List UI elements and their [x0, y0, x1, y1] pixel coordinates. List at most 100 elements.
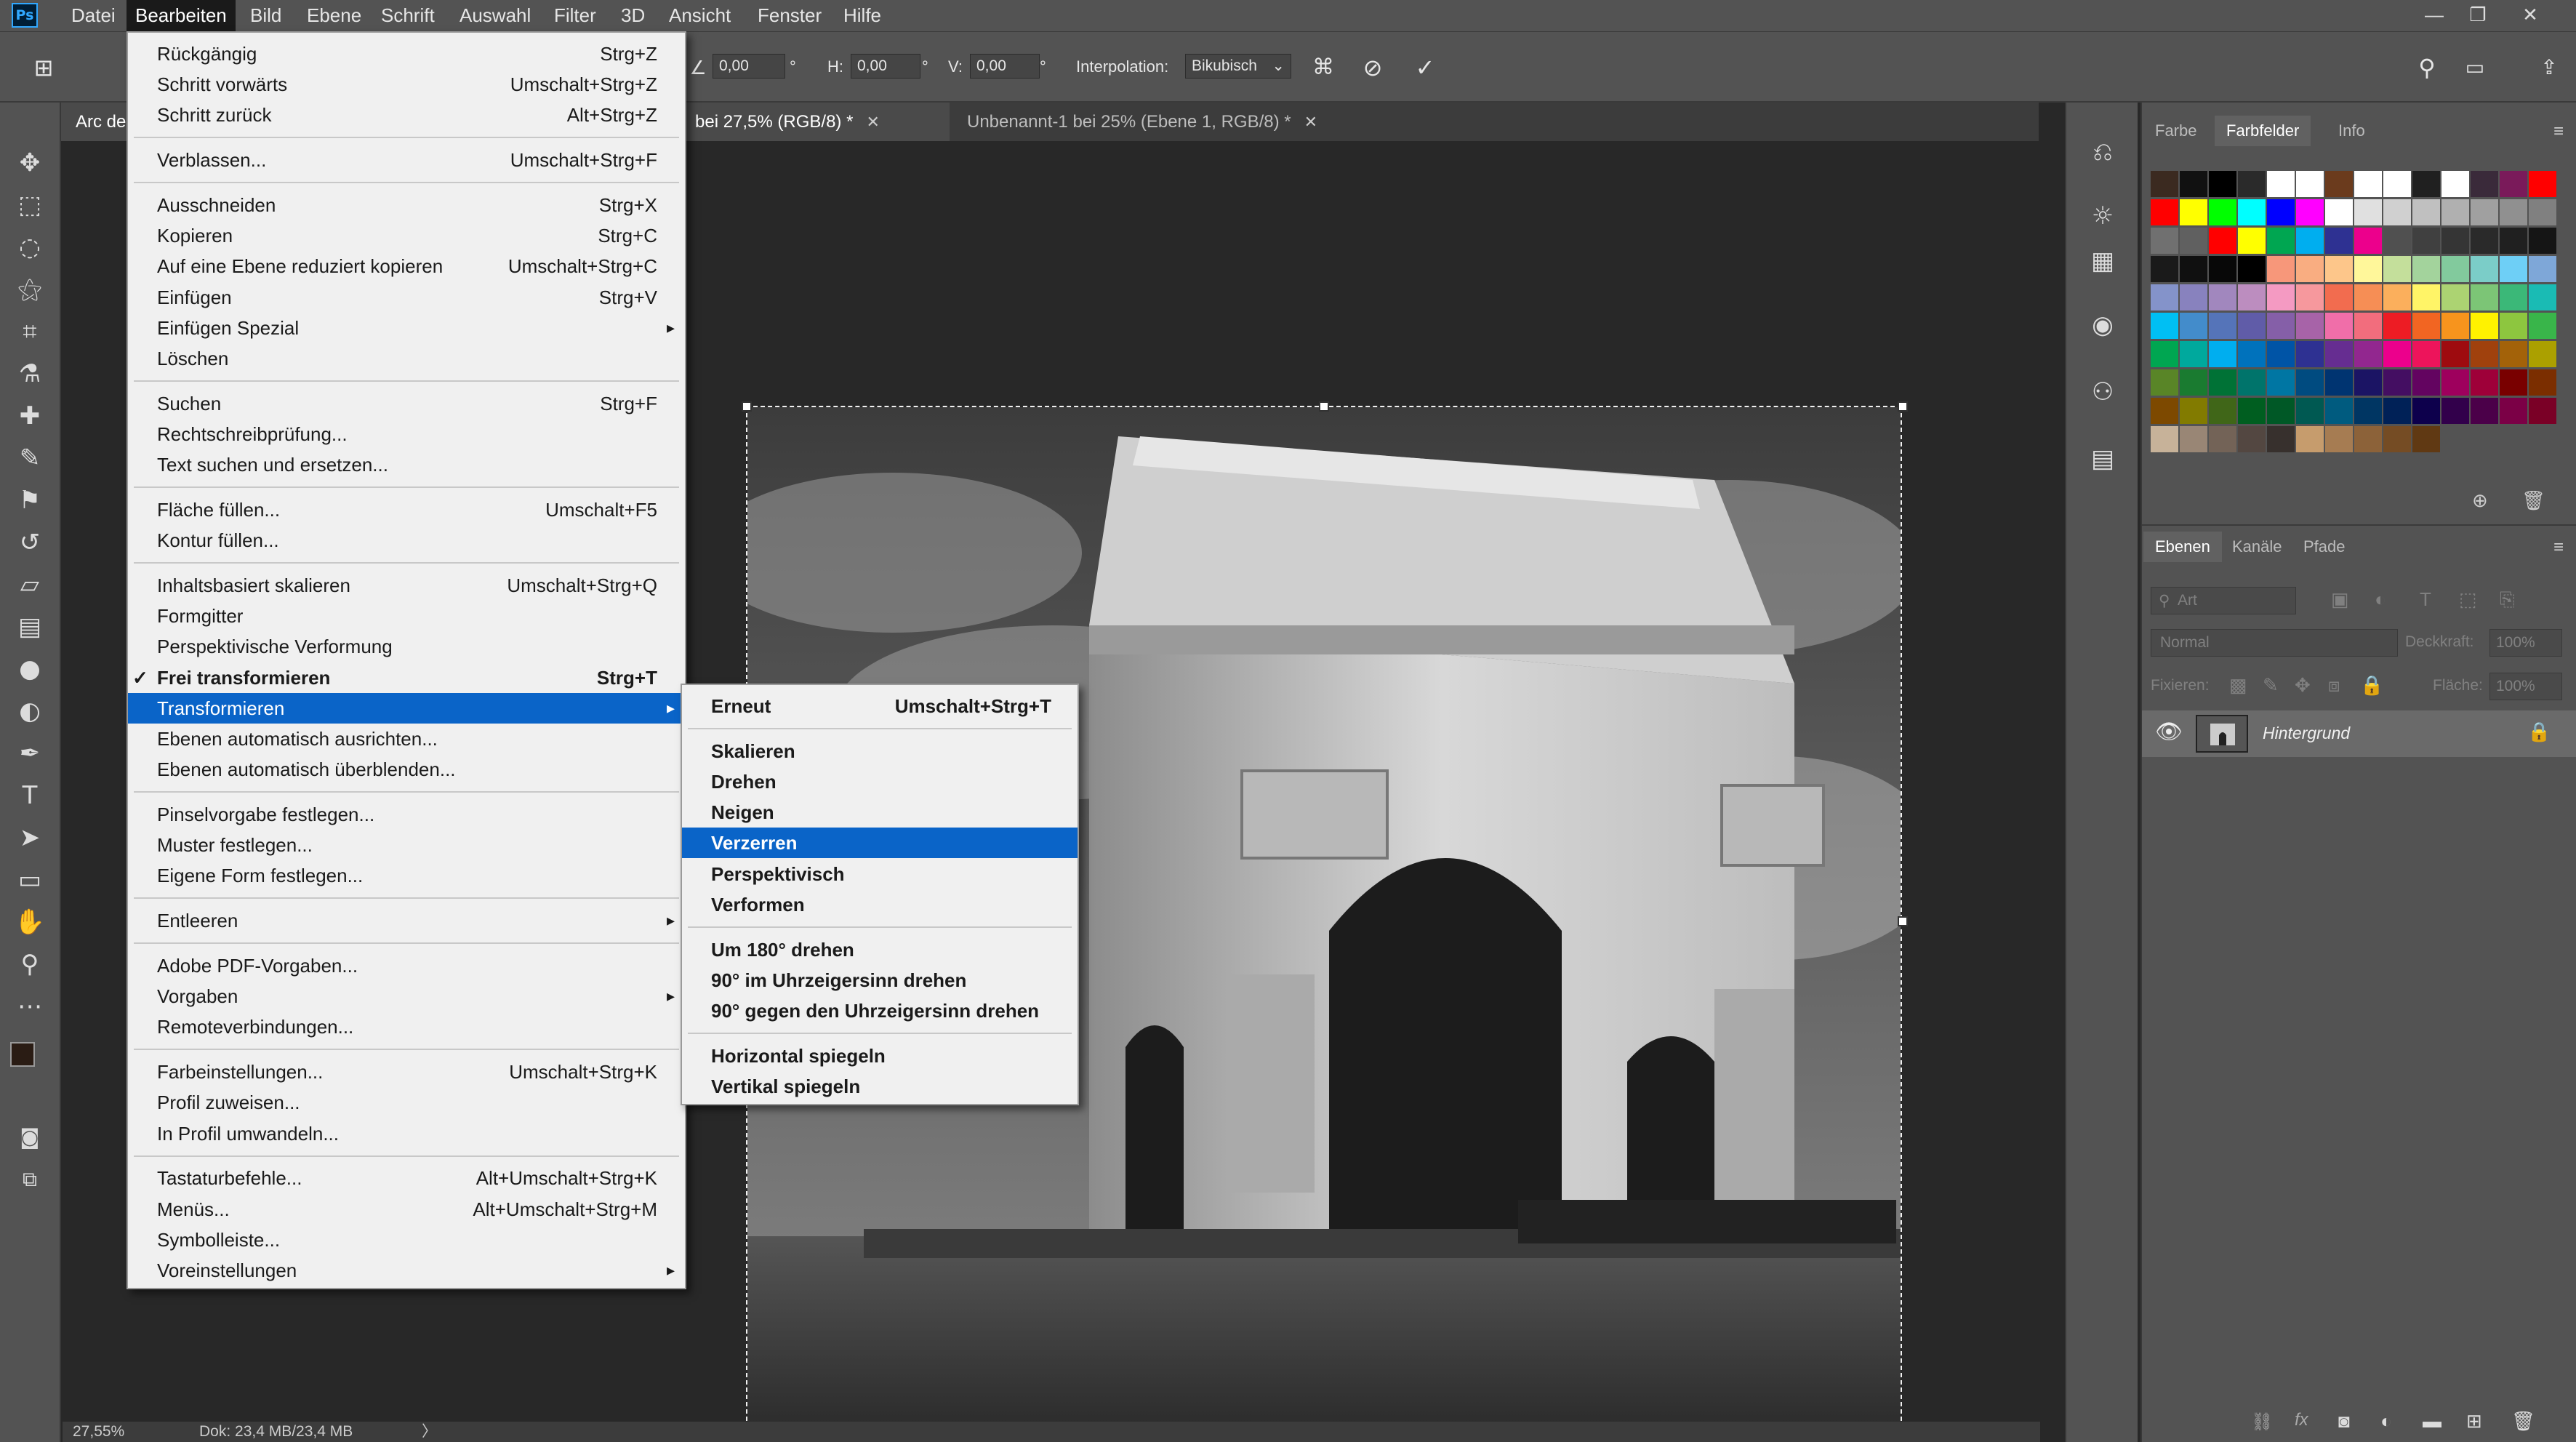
color-swatch[interactable]: [2500, 369, 2527, 396]
color-swatch[interactable]: [2354, 341, 2382, 367]
color-swatch[interactable]: [2296, 369, 2324, 396]
tab-unbenannt-1[interactable]: Unbenannt-1 bei 25% (Ebene 1, RGB/8) * ✕: [952, 103, 1360, 141]
color-swatch[interactable]: [2180, 199, 2207, 225]
color-swatch[interactable]: [2441, 284, 2469, 311]
color-swatch[interactable]: [2151, 426, 2178, 452]
color-swatch[interactable]: [2471, 256, 2498, 282]
color-swatch[interactable]: [2354, 199, 2382, 225]
color-swatch[interactable]: [2354, 228, 2382, 254]
filter-adjustment-icon[interactable]: ◐: [2375, 588, 2386, 611]
minimize-icon[interactable]: —: [2412, 0, 2456, 31]
color-swatch[interactable]: [2267, 284, 2295, 311]
gradient-tool-icon[interactable]: ▤: [10, 610, 49, 644]
color-swatch[interactable]: [2267, 369, 2295, 396]
screen-mode-icon[interactable]: ⧉: [10, 1163, 49, 1196]
close-tab-icon[interactable]: ✕: [866, 113, 879, 131]
menu-item-verformen[interactable]: Verformen: [682, 889, 1078, 920]
color-swatch[interactable]: [2151, 199, 2178, 225]
quick-mask-icon[interactable]: ◙: [10, 1121, 49, 1154]
menu-fenster[interactable]: Fenster: [749, 0, 830, 31]
menu-item-skalieren[interactable]: Skalieren: [682, 736, 1078, 766]
menu-item-suchen[interactable]: Suchen Strg+F: [128, 388, 685, 419]
menu-filter[interactable]: Filter: [545, 0, 605, 31]
menu-item-ausschneiden[interactable]: Ausschneiden Strg+X: [128, 190, 685, 220]
color-swatch[interactable]: [2296, 199, 2324, 225]
menu-item-adobe-pdf-vorgaben[interactable]: Adobe PDF-Vorgaben...: [128, 950, 685, 981]
search-icon[interactable]: ⚲: [2412, 54, 2441, 83]
angle-input[interactable]: 0,00: [713, 54, 785, 79]
color-swatch[interactable]: [2354, 398, 2382, 424]
color-swatch[interactable]: [2180, 228, 2207, 254]
color-swatch[interactable]: [2412, 426, 2440, 452]
color-swatch[interactable]: [2500, 341, 2527, 367]
transform-reference-icon[interactable]: ⊞: [29, 54, 58, 83]
color-swatch[interactable]: [2296, 341, 2324, 367]
menu-item-vorgaben[interactable]: Vorgaben ▸: [128, 981, 685, 1012]
tab-arc-de-triomphe-title[interactable]: bei 27,5% (RGB/8) * ✕: [681, 103, 950, 141]
color-swatch[interactable]: [2209, 341, 2236, 367]
path-selection-tool-icon[interactable]: ➤: [10, 821, 49, 854]
tab-kanaele[interactable]: Kanäle: [2220, 532, 2294, 562]
zoom-level[interactable]: 27,55%: [73, 1422, 124, 1442]
menu-item-drehen[interactable]: Drehen: [682, 766, 1078, 797]
color-swatch[interactable]: [2151, 284, 2178, 311]
menu-item-eigene-form-festlegen[interactable]: Eigene Form festlegen...: [128, 860, 685, 891]
rectangle-tool-icon[interactable]: ▭: [10, 863, 49, 897]
menu-item-verzerren[interactable]: Verzerren: [682, 828, 1078, 859]
color-swatch[interactable]: [2325, 313, 2353, 339]
brush-tool-icon[interactable]: ✎: [10, 441, 49, 475]
color-swatch[interactable]: [2209, 256, 2236, 282]
v-skew-input[interactable]: 0,00: [970, 54, 1040, 79]
color-swatch[interactable]: [2412, 284, 2440, 311]
transform-handle-tc[interactable]: [1319, 401, 1329, 412]
tab-info[interactable]: Info: [2327, 116, 2377, 146]
menu-item-symbolleiste[interactable]: Symbolleiste...: [128, 1225, 685, 1255]
menu-item-kontur-füllen[interactable]: Kontur füllen...: [128, 525, 685, 556]
color-swatch[interactable]: [2500, 199, 2527, 225]
color-swatch[interactable]: [2441, 313, 2469, 339]
menu-item-kopieren[interactable]: Kopieren Strg+C: [128, 220, 685, 251]
color-swatch[interactable]: [2267, 313, 2295, 339]
zoom-tool-icon[interactable]: ⚲: [10, 948, 49, 981]
menu-item-fläche-füllen[interactable]: Fläche füllen... Umschalt+F5: [128, 494, 685, 525]
color-swatch[interactable]: [2238, 313, 2266, 339]
menu-bild[interactable]: Bild: [241, 0, 290, 31]
layer-name[interactable]: Hintergrund: [2263, 724, 2350, 743]
menu-item-remoteverbindungen[interactable]: Remoteverbindungen...: [128, 1012, 685, 1042]
foreground-color-swatch[interactable]: [10, 1042, 35, 1067]
color-swatch[interactable]: [2267, 398, 2295, 424]
color-swatch[interactable]: [2383, 199, 2411, 225]
color-swatch[interactable]: [2238, 341, 2266, 367]
color-swatch[interactable]: [2412, 341, 2440, 367]
dodge-tool-icon[interactable]: ◐: [10, 694, 49, 728]
color-swatch[interactable]: [2529, 398, 2556, 424]
color-swatch[interactable]: [2325, 341, 2353, 367]
menu-item-ebenen-automatisch-ausrichten[interactable]: Ebenen automatisch ausrichten...: [128, 724, 685, 754]
menu-item-90-im-uhrzeigersinn-drehen[interactable]: 90° im Uhrzeigersinn drehen: [682, 965, 1078, 996]
color-swatch[interactable]: [2325, 256, 2353, 282]
filter-pixel-icon[interactable]: ▣: [2331, 588, 2349, 611]
new-group-icon[interactable]: ▬: [2423, 1410, 2441, 1433]
color-swatch[interactable]: [2296, 256, 2324, 282]
crop-tool-icon[interactable]: ⌗: [10, 315, 49, 348]
menu-item-menüs[interactable]: Menüs... Alt+Umschalt+Strg+M: [128, 1194, 685, 1225]
menu-item-tastaturbefehle[interactable]: Tastaturbefehle... Alt+Umschalt+Strg+K: [128, 1163, 685, 1193]
menu-3d[interactable]: 3D: [612, 0, 654, 31]
cancel-transform-icon[interactable]: ⊘: [1358, 54, 1387, 83]
interpolation-select[interactable]: Bikubisch ⌄: [1185, 54, 1291, 79]
pen-tool-icon[interactable]: ✒: [10, 737, 49, 770]
lasso-tool-icon[interactable]: ◌: [10, 231, 49, 264]
color-swatch[interactable]: [2296, 313, 2324, 339]
menu-item-farbeinstellungen[interactable]: Farbeinstellungen... Umschalt+Strg+K: [128, 1057, 685, 1087]
color-swatch[interactable]: [2412, 369, 2440, 396]
color-swatch[interactable]: [2180, 341, 2207, 367]
color-swatch[interactable]: [2238, 199, 2266, 225]
menu-datei[interactable]: Datei: [63, 0, 124, 31]
color-swatch[interactable]: [2151, 369, 2178, 396]
menu-item-entleeren[interactable]: Entleeren ▸: [128, 905, 685, 936]
menu-item-neigen[interactable]: Neigen: [682, 797, 1078, 828]
blur-tool-icon[interactable]: ●: [10, 652, 49, 686]
menu-item-verblassen[interactable]: Verblassen... Umschalt+Strg+F: [128, 145, 685, 175]
tab-farbe[interactable]: Farbe: [2143, 116, 2208, 146]
layer-row[interactable]: 👁 Hintergrund 🔒: [2142, 710, 2576, 757]
